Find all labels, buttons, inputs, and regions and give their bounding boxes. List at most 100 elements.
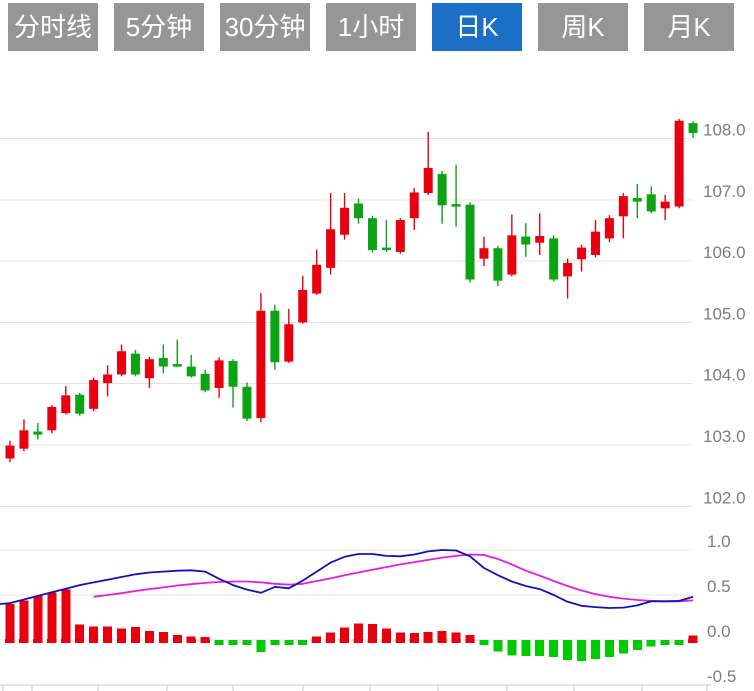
tab-5min[interactable]: 5分钟 [114, 3, 204, 51]
candle-body-up [661, 202, 670, 209]
indicator-axis-label: 1.0 [707, 532, 731, 551]
candle-body-down [438, 174, 447, 205]
candle-body-down [689, 123, 698, 133]
hist-bar-down [507, 640, 516, 655]
macd-histogram [6, 590, 698, 662]
kline-app: 分时线 5分钟 30分钟 1小时 日K 周K 月K 108.0107.0106.… [0, 0, 754, 691]
hist-bar-down [619, 640, 628, 654]
candle-body-up [619, 196, 628, 216]
candle-body-up [507, 235, 516, 274]
candle-body-up [396, 220, 405, 252]
price-axis-label: 106.0 [703, 243, 746, 262]
candle-body-down [633, 198, 642, 202]
candle-body-down [452, 204, 461, 207]
hist-bar-up [312, 636, 321, 643]
x-axis-ticks [3, 685, 707, 691]
hist-bar-up [368, 624, 377, 643]
hist-bar-up [131, 627, 140, 643]
hist-bar-up [173, 635, 182, 643]
hist-bar-down [591, 640, 600, 659]
hist-bar-up [340, 627, 349, 643]
price-axis-label: 105.0 [703, 304, 746, 323]
dea-line [94, 555, 694, 602]
candle-body-down [229, 361, 238, 387]
indicator-gridlines-and-labels: 1.00.50.0-0.5 [0, 532, 736, 686]
hist-bar-down [661, 640, 670, 645]
tab-30min[interactable]: 30分钟 [220, 3, 310, 51]
candle-body-up [61, 395, 70, 413]
hist-bar-down [493, 640, 502, 652]
hist-bar-up [33, 596, 42, 643]
price-axis-label: 104.0 [703, 366, 746, 385]
tab-daily-k[interactable]: 日K [432, 3, 522, 51]
hist-bar-down [563, 640, 572, 660]
hist-bar-up [6, 604, 15, 643]
candle-body-up [145, 359, 154, 378]
candle-body-up [256, 311, 265, 418]
candle-body-down [493, 248, 502, 280]
candle-body-up [675, 121, 684, 207]
candle-body-down [466, 205, 475, 280]
hist-bar-down [479, 640, 488, 645]
tab-weekly-k[interactable]: 周K [538, 3, 628, 51]
hist-bar-up [396, 632, 405, 643]
candle-body-up [591, 232, 600, 255]
candle-body-up [6, 446, 15, 459]
candle-body-down [131, 354, 140, 375]
candle-body-up [340, 208, 349, 235]
candle-body-up [298, 290, 307, 322]
indicator-axis-label: 0.0 [707, 622, 731, 641]
hist-bar-down [270, 640, 279, 645]
hist-bar-up [354, 623, 363, 643]
hist-bar-down [215, 640, 224, 645]
hist-bar-up [159, 632, 168, 643]
hist-bar-down [675, 640, 684, 645]
hist-bar-down [605, 640, 614, 657]
candle-body-up [326, 229, 335, 268]
hist-bar-down [549, 640, 558, 657]
hist-bar-down [229, 640, 238, 645]
hist-bar-up [145, 631, 154, 643]
hist-bar-up [438, 631, 447, 643]
candle-body-up [577, 248, 586, 260]
candle-body-up [284, 324, 293, 361]
candle-body-up [312, 265, 321, 294]
hist-bar-down [633, 640, 642, 650]
candle-body-down [33, 432, 42, 435]
candle-body-down [173, 364, 182, 367]
hist-bar-down [284, 640, 293, 645]
hist-bar-down [647, 640, 656, 646]
hist-bar-up [689, 636, 698, 644]
price-axis-label: 103.0 [703, 427, 746, 446]
tab-monthly-k[interactable]: 月K [644, 3, 734, 51]
candle-body-up [563, 263, 572, 276]
candle-body-down [201, 374, 210, 391]
indicator-axis-label: 0.5 [707, 577, 731, 596]
candle-body-down [159, 358, 168, 367]
price-gridlines-and-labels: 108.0107.0106.0105.0104.0103.0102.0 [0, 121, 746, 508]
price-axis-label: 102.0 [703, 488, 746, 507]
hist-bar-up [424, 632, 433, 643]
candlestick-macd-chart: 108.0107.0106.0105.0104.0103.0102.01.00.… [0, 0, 754, 691]
hist-bar-up [89, 627, 98, 644]
tab-1hour[interactable]: 1小时 [326, 3, 416, 51]
candle-body-up [103, 375, 112, 384]
hist-bar-up [61, 590, 70, 643]
candle-body-up [479, 248, 488, 258]
hist-bar-down [298, 640, 307, 645]
hist-bar-up [19, 600, 28, 643]
hist-bar-down [521, 640, 530, 656]
hist-bar-up [103, 627, 112, 644]
hist-bar-up [201, 637, 210, 643]
hist-bar-down [577, 640, 586, 661]
candle-body-up [410, 192, 419, 218]
candle-body-up [424, 168, 433, 193]
tab-timeline[interactable]: 分时线 [8, 3, 98, 51]
candle-body-up [215, 360, 224, 388]
hist-bar-down [535, 640, 544, 656]
hist-bar-up [117, 628, 126, 643]
candle-body-down [647, 194, 656, 211]
candle-body-down [368, 218, 377, 250]
hist-bar-up [326, 632, 335, 643]
hist-bar-up [75, 624, 84, 643]
